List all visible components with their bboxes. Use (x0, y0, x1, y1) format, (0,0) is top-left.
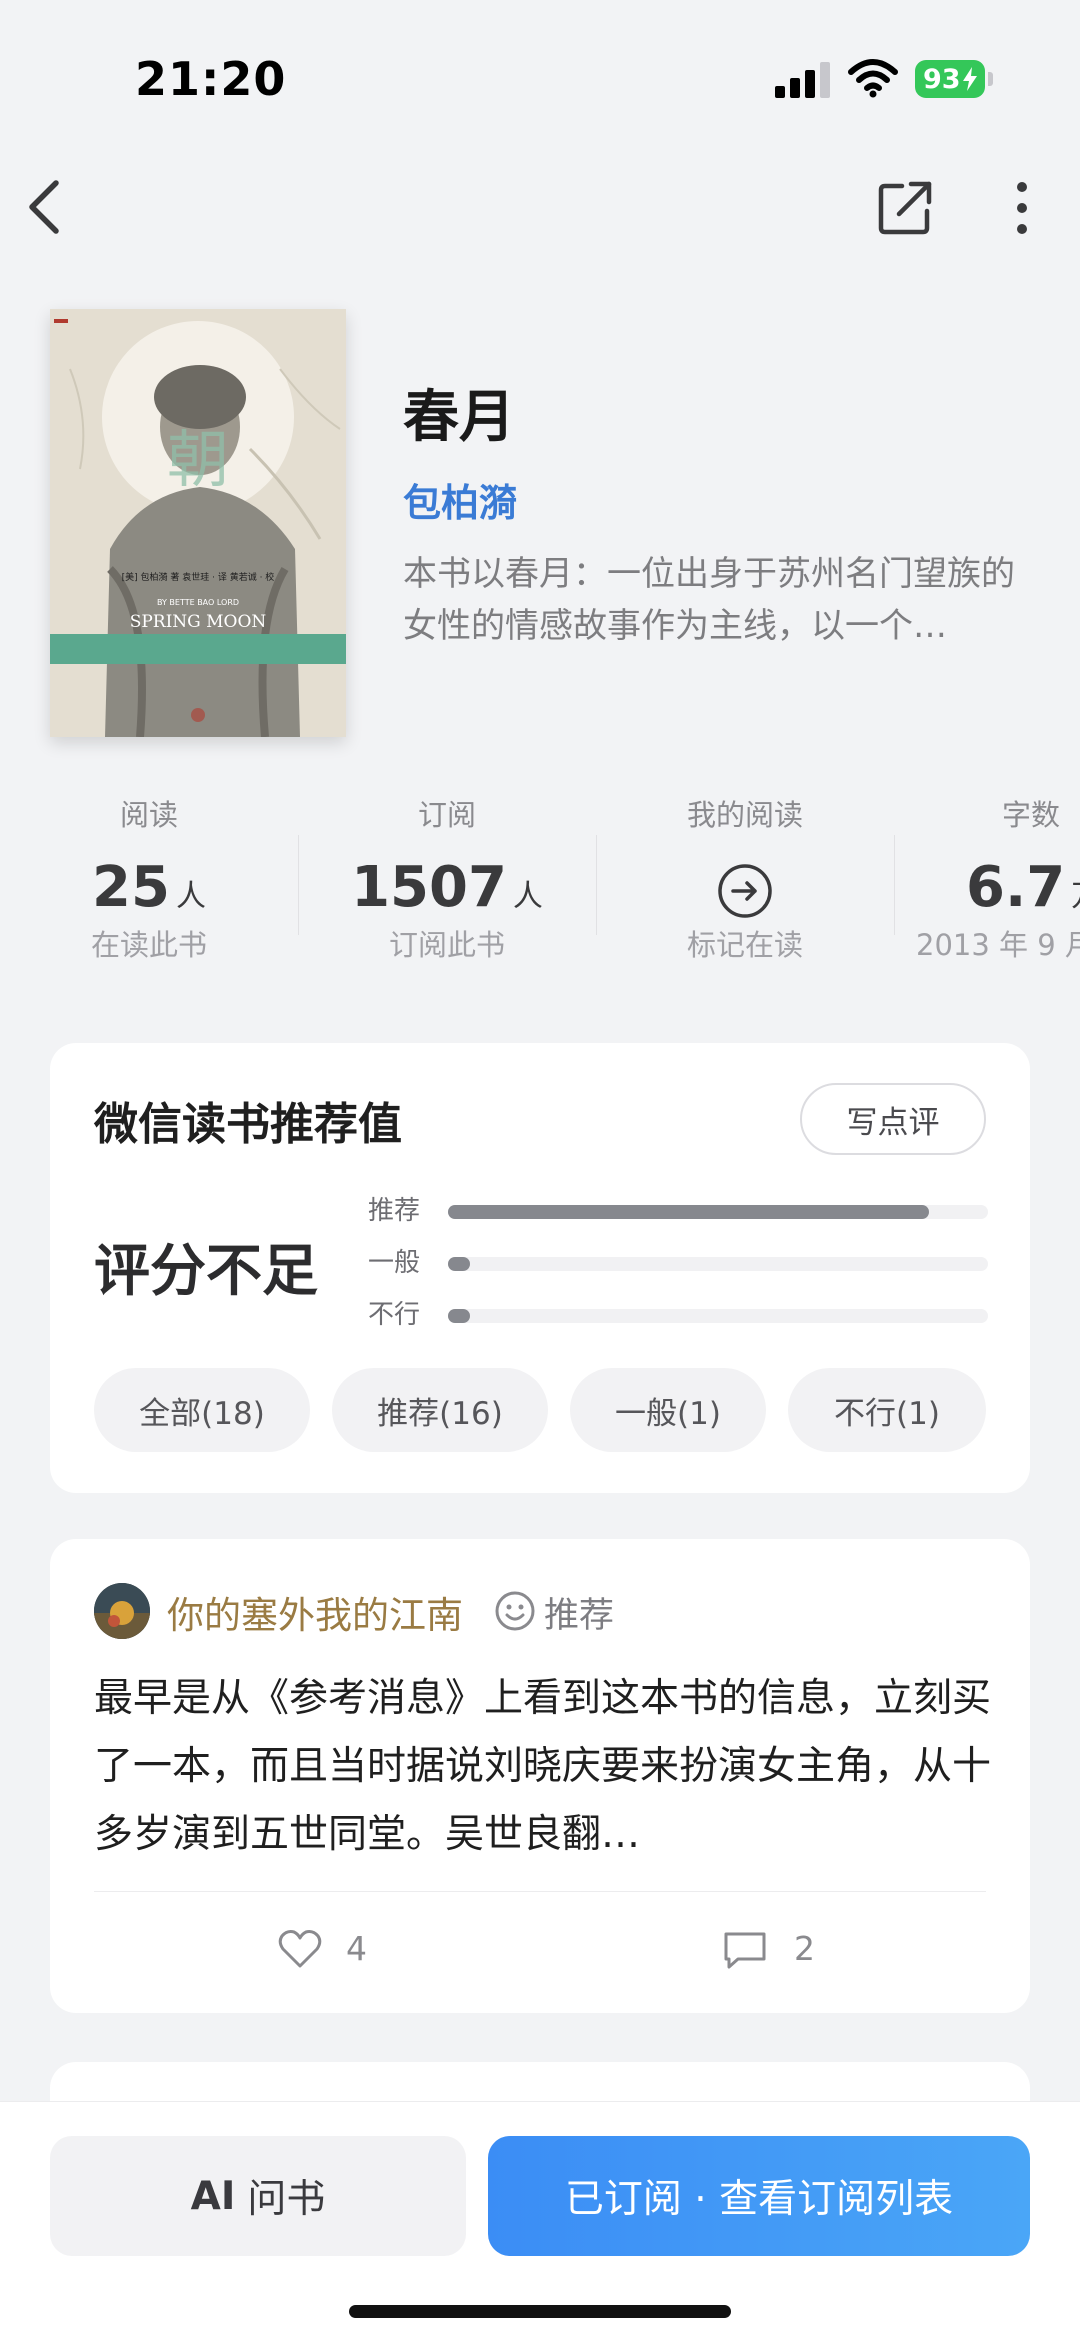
status-time: 21:20 (135, 52, 287, 106)
chevron-left-icon (29, 180, 59, 234)
subscription-list-button[interactable]: 已订阅 · 查看订阅列表 (488, 2136, 1030, 2256)
rating-bar-recommend: 推荐 (368, 1191, 988, 1231)
rating-bar-track (448, 1309, 988, 1323)
stat-value: 25 人 (0, 853, 298, 923)
rating-bar-label: 推荐 (368, 1196, 421, 1226)
stat-number: 6.7 (966, 855, 1066, 920)
review-tag: 推荐 (544, 1596, 615, 1636)
stat-unit: 人 (175, 879, 206, 914)
book-detail-page: 21:20 93 朝 [美] 包柏漪 著 袁世珪 · 译 黄若诚 · 校 BY … (0, 0, 1080, 2341)
cover-art: 朝 [美] 包柏漪 著 袁世珪 · 译 黄若诚 · 校 BY BETTE BAO… (50, 309, 346, 737)
stat-label: 我的阅读 (686, 798, 803, 832)
cover-title-en: SPRING MOON (130, 612, 267, 632)
ai-label: AI (190, 2173, 236, 2219)
rating-card: 微信读书推荐值 写点评 评分不足 推荐 一般 不行 全部(18) 推荐(16) … (50, 1043, 1030, 1493)
filter-all[interactable]: 全部(18) (94, 1368, 310, 1452)
filter-average[interactable]: 一般(1) (570, 1368, 766, 1452)
share-icon[interactable] (875, 178, 935, 238)
rating-bar-fill (448, 1205, 929, 1219)
book-author[interactable]: 包柏漪 (403, 472, 517, 527)
reviewer-name[interactable]: 你的塞外我的江南 (167, 1585, 463, 1639)
charging-bolt-icon (962, 67, 977, 91)
stat-unit: 人 (512, 879, 543, 914)
book-title: 春月 (403, 384, 515, 450)
cover-tag: [美] 包柏漪 著 袁世珪 · 译 黄若诚 · 校 (122, 571, 275, 583)
smile-icon (495, 1591, 535, 1631)
rating-bar-label: 一般 (368, 1248, 421, 1278)
ask-book-button[interactable]: AI 问书 (50, 2136, 466, 2256)
status-bar: 21:20 93 (0, 0, 1080, 150)
rating-title: 微信读书推荐值 (94, 1099, 402, 1150)
rating-bar-track (448, 1257, 988, 1271)
like-count: 4 (346, 1929, 367, 1968)
stat-sub: 2013 年 9 月 (916, 928, 1080, 962)
stat-value: 1507 人 (298, 853, 596, 923)
stat-label: 字数 (1002, 798, 1061, 832)
cover-char: 朝 (167, 423, 229, 496)
write-review-button[interactable]: 写点评 (800, 1083, 986, 1155)
rating-bar-bad: 不行 (368, 1295, 988, 1335)
stat-reading[interactable]: 阅读 25 人 在读此书 (0, 795, 298, 967)
comment-count: 2 (794, 1929, 815, 1968)
book-description[interactable]: 本书以春月：一位出身于苏州名门望族的女性的情感故事作为主线，以一个… (403, 548, 1028, 652)
review-card[interactable]: 你的塞外我的江南 推荐 最早是从《参考消息》上看到这本书的信息，立刻买了一本，而… (50, 1539, 1030, 2013)
ask-label: 问书 (247, 2177, 326, 2222)
battery-tip (988, 72, 993, 86)
back-button[interactable] (14, 172, 74, 242)
stat-sub: 在读此书 (90, 928, 207, 962)
wifi-icon (848, 59, 898, 98)
avatar-image (94, 1583, 150, 1639)
rating-bar-label: 不行 (368, 1300, 421, 1330)
rating-bar-track (448, 1205, 988, 1219)
stat-sub: 标记在读 (686, 928, 803, 962)
stat-word-count[interactable]: 字数 6.7万 2013 年 9 月 (894, 795, 1080, 967)
stat-sub: 订阅此书 (388, 928, 505, 962)
rating-bar-average: 一般 (368, 1243, 988, 1283)
cellular-signal-icon (775, 62, 830, 98)
filter-recommend[interactable]: 推荐(16) (332, 1368, 548, 1452)
book-stats: 阅读 25 人 在读此书 订阅 1507 人 订阅此书 我的阅读 标记在读 字数 6… (0, 795, 1080, 995)
book-cover[interactable]: 朝 [美] 包柏漪 著 袁世珪 · 译 黄若诚 · 校 BY BETTE BAO… (50, 309, 346, 737)
review-text[interactable]: 最早是从《参考消息》上看到这本书的信息，立刻买了一本，而且当时据说刘晓庆要来扮演… (94, 1665, 994, 1869)
battery-level: 93 (923, 63, 961, 95)
rating-score: 评分不足 (94, 1239, 318, 1304)
heart-icon[interactable] (277, 1928, 323, 1970)
rating-bar-fill (448, 1309, 470, 1323)
stat-my-reading[interactable]: 我的阅读 标记在读 (596, 795, 894, 967)
stat-unit: 万 (1071, 879, 1080, 914)
stat-value: 6.7万 (936, 853, 1080, 923)
cover-author-en: BY BETTE BAO LORD (157, 598, 239, 607)
rating-bar-fill (448, 1257, 470, 1271)
stat-number: 25 (92, 855, 170, 920)
filter-bad[interactable]: 不行(1) (788, 1368, 986, 1452)
comment-icon[interactable] (722, 1929, 768, 1971)
arrow-circle-right-icon (718, 864, 772, 918)
stat-label: 阅读 (119, 798, 178, 832)
divider (94, 1891, 986, 1892)
home-indicator (349, 2305, 731, 2318)
stat-subscribe[interactable]: 订阅 1507 人 订阅此书 (298, 795, 596, 967)
battery-indicator: 93 (915, 60, 985, 98)
stat-label: 订阅 (417, 798, 476, 832)
avatar[interactable] (94, 1583, 150, 1639)
stat-number: 1507 (351, 855, 507, 920)
more-vertical-icon[interactable] (1000, 178, 1044, 238)
stat-value (596, 853, 894, 923)
